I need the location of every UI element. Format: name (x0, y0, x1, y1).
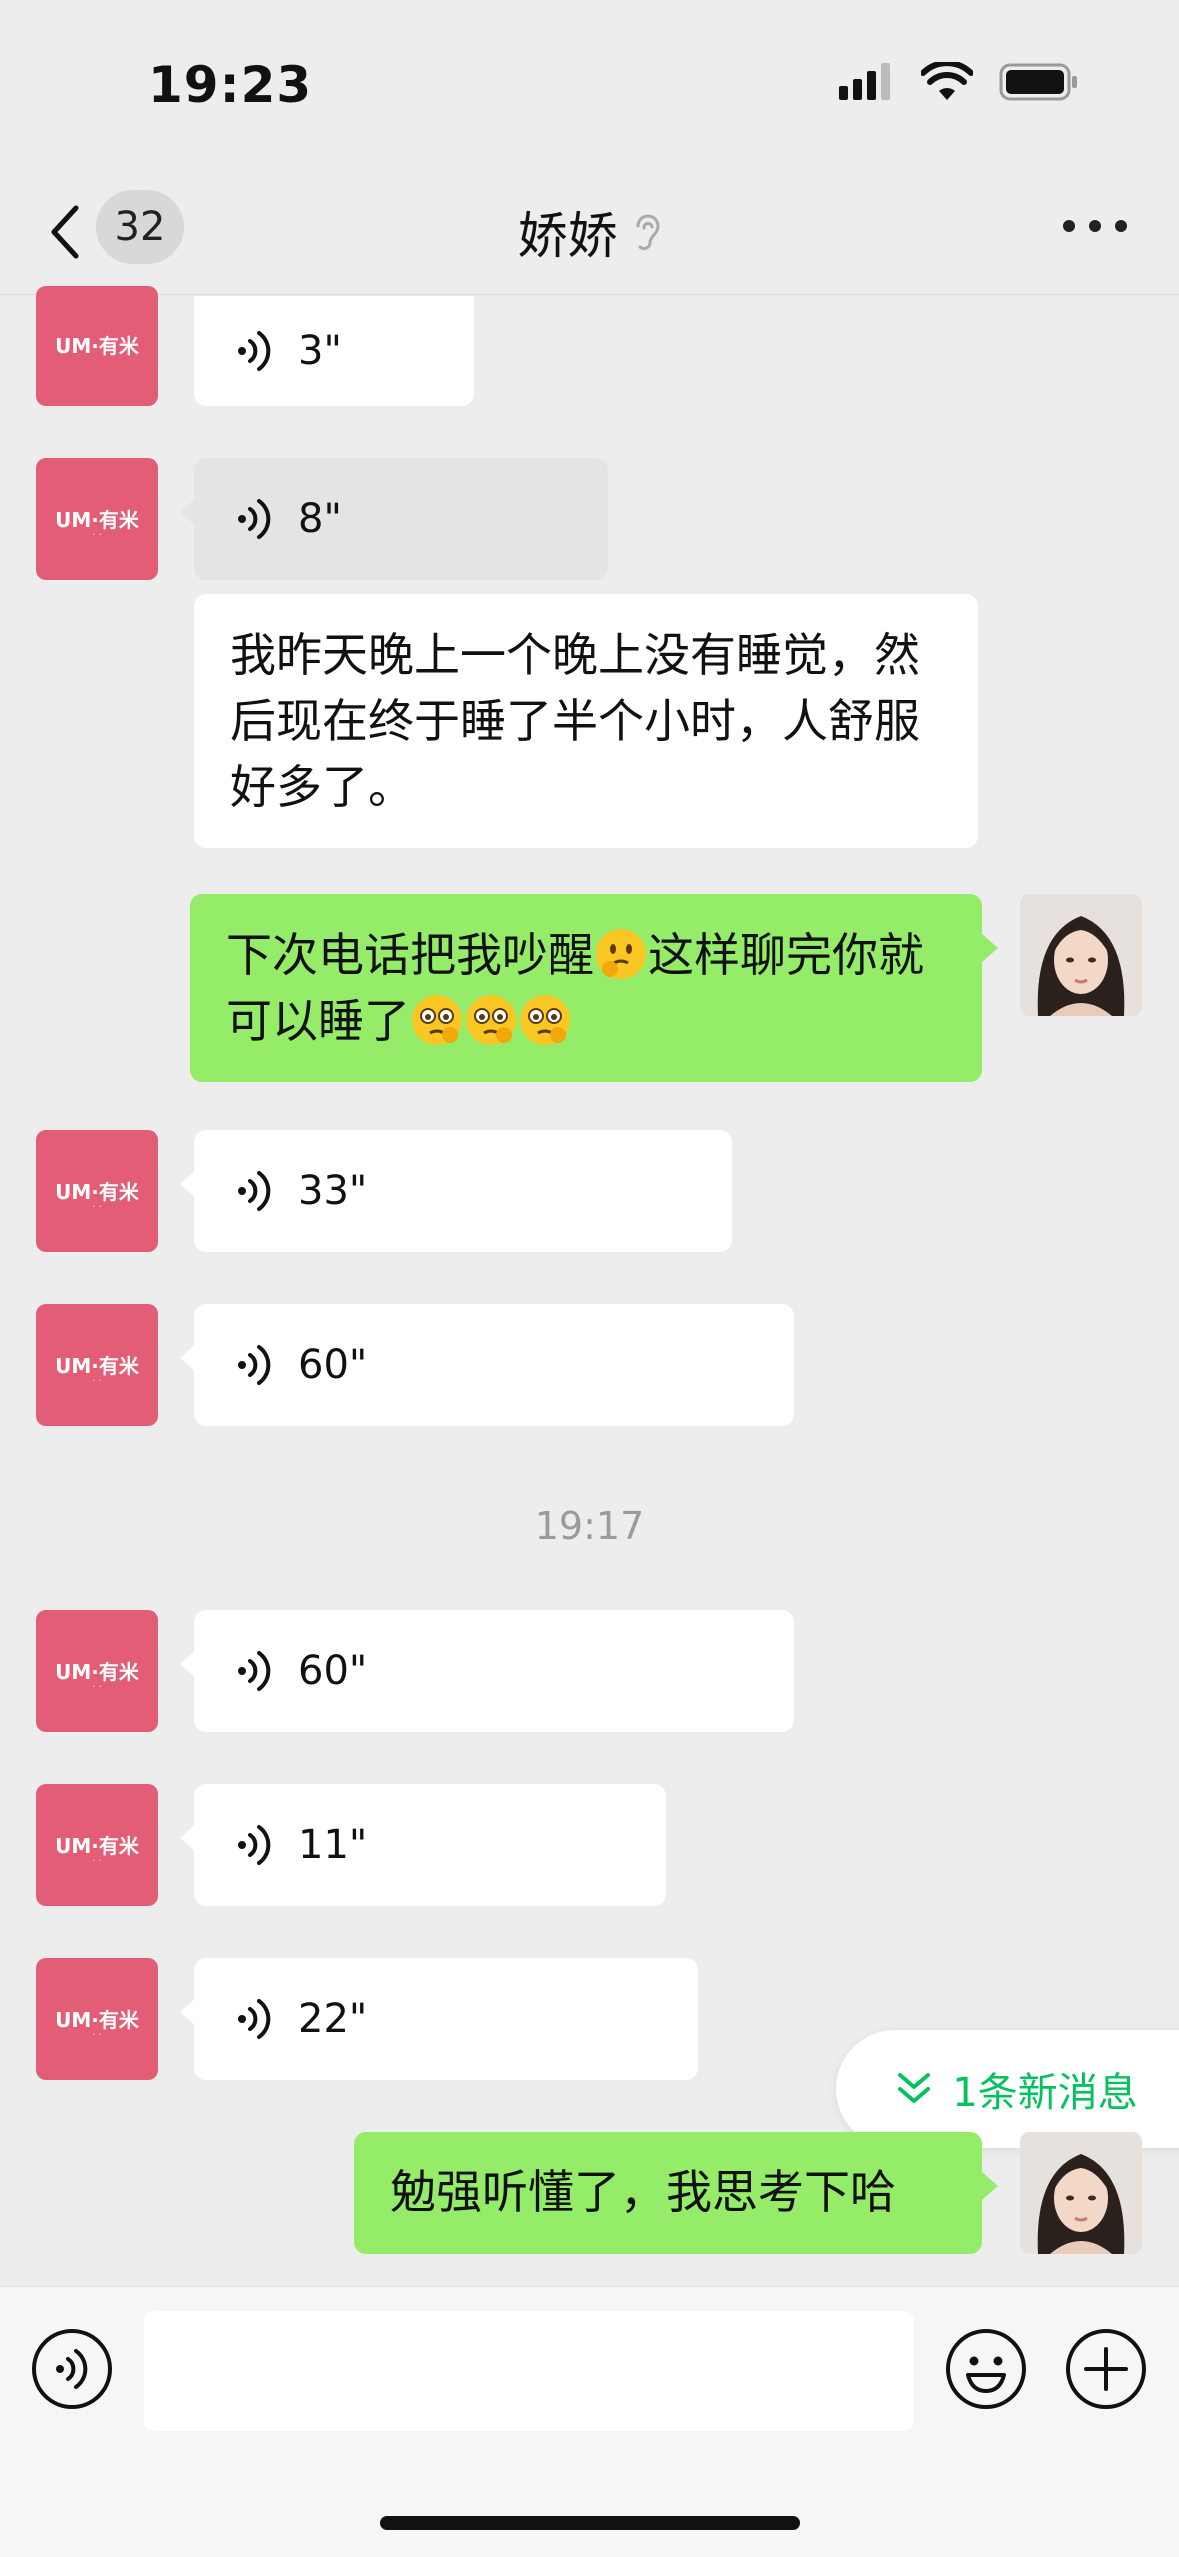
voice-duration: 11" (298, 1822, 368, 1868)
voice-wave-icon (238, 1825, 271, 1865)
sent-text-message[interactable]: 下次电话把我吵醒 这样聊完你就可以睡了 (190, 894, 998, 1082)
battery-icon (999, 63, 1077, 101)
message-input[interactable] (144, 2311, 914, 2431)
status-icons (837, 62, 1079, 102)
contact-avatar[interactable]: UM·有米 · · (36, 1304, 158, 1426)
contact-avatar[interactable]: UM·有米 · · (36, 1784, 158, 1906)
voice-message[interactable]: 22" (180, 1958, 698, 2080)
my-avatar[interactable] (1020, 894, 1142, 1016)
eyebrow-emoji-icon (412, 995, 462, 1045)
contact-avatar[interactable]: UM·有米 · · (36, 1610, 158, 1732)
eyebrow-emoji-icon (466, 995, 516, 1045)
voice-wave-icon (238, 331, 271, 371)
contact-avatar[interactable]: UM·有米 (36, 286, 158, 406)
eyebrow-emoji-icon (520, 995, 570, 1045)
voice-wave-icon (238, 1651, 271, 1691)
thinking-emoji-icon (596, 929, 646, 979)
more-icon[interactable] (1063, 220, 1127, 232)
voice-duration: 8" (298, 496, 342, 542)
chat-title[interactable]: 娇娇 (518, 196, 618, 268)
wifi-icon (921, 62, 973, 100)
chat-header: 32 娇娇 (0, 170, 1179, 295)
double-chevron-down-icon (898, 2073, 931, 2103)
new-messages-label: 1条新消息 (952, 2070, 1138, 2116)
voice-message[interactable]: 33" (180, 1130, 732, 1252)
voice-duration: 33" (298, 1168, 368, 1214)
emoji-icon[interactable] (944, 2327, 1028, 2411)
voice-wave-icon (238, 1171, 271, 1211)
contact-avatar[interactable]: UM·有米 · · (36, 458, 158, 580)
chat-title-container: 娇娇 (0, 196, 1179, 268)
contact-avatar[interactable]: UM·有米 · · (36, 1958, 158, 2080)
status-time: 19:23 (148, 56, 313, 114)
voice-message[interactable]: 60" (180, 1304, 794, 1426)
voice-message[interactable]: 8" (180, 458, 608, 580)
chat-timestamp: 19:17 (534, 1504, 645, 1548)
voice-message[interactable]: 60" (180, 1610, 794, 1732)
voice-duration: 3" (298, 328, 342, 374)
contact-avatar[interactable]: UM·有米 · · (36, 1130, 158, 1252)
new-messages-button[interactable]: 1条新消息 (836, 2030, 1179, 2148)
voice-duration: 60" (298, 1648, 368, 1694)
signal-icon (839, 63, 890, 100)
voice-wave-icon (238, 499, 271, 539)
sent-text-message[interactable]: 勉强听懂了，我思考下哈 (354, 2132, 998, 2254)
message-text: 下次电话把我吵醒 这样聊完你就可以睡了 (226, 928, 924, 1048)
my-avatar[interactable] (1020, 2132, 1142, 2254)
text-message[interactable]: 我昨天晚上一个晚上没有睡觉，然后现在终于睡了半个小时，人舒服好多了。 (194, 594, 978, 848)
plus-icon[interactable] (1064, 2327, 1148, 2411)
voice-wave-icon (238, 1999, 271, 2039)
message-text: 我昨天晚上一个晚上没有睡觉，然后现在终于睡了半个小时，人舒服好多了。 (230, 628, 920, 814)
voice-message[interactable]: 11" (180, 1784, 666, 1906)
voice-duration: 22" (298, 1996, 368, 2042)
home-indicator (380, 2516, 800, 2530)
status-bar: 19:23 (0, 0, 1179, 170)
voice-input-icon[interactable] (30, 2327, 114, 2411)
voice-message[interactable]: 3" (194, 296, 474, 406)
avatar-photo (1020, 2132, 1142, 2254)
voice-wave-icon (238, 1345, 271, 1385)
message-text: 勉强听懂了，我思考下哈 (390, 2165, 896, 2219)
ear-icon (636, 214, 660, 251)
voice-duration: 60" (298, 1342, 368, 1388)
avatar-photo (1020, 894, 1142, 1016)
